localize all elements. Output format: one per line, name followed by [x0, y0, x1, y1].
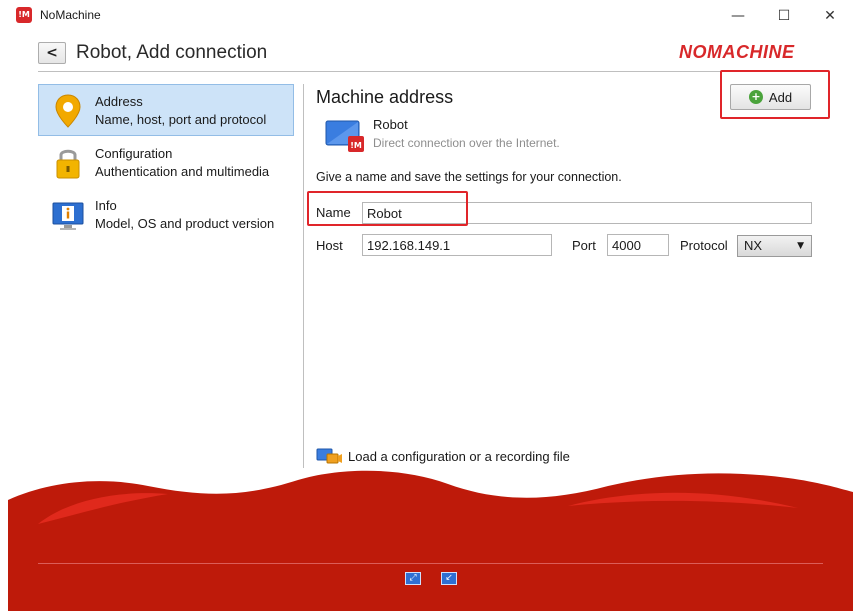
host-label: Host — [316, 238, 343, 253]
close-button[interactable]: ✕ — [807, 0, 853, 31]
connection-name: Robot — [373, 117, 408, 132]
lock-icon — [56, 149, 80, 179]
back-button[interactable]: < — [38, 42, 66, 64]
sidebar-item-info[interactable]: Info Model, OS and product version — [38, 188, 294, 240]
info-monitor-icon — [52, 202, 84, 230]
location-pin-icon — [55, 94, 81, 128]
section-title: Machine address — [316, 87, 454, 107]
footer-divider — [38, 563, 823, 564]
protocol-label: Protocol — [680, 238, 728, 253]
sidebar-item-subtitle: Name, host, port and protocol — [95, 112, 267, 127]
window-titlebar: !M NoMachine — ☐ ✕ — [0, 0, 861, 31]
protocol-select[interactable]: NX ▼ — [737, 235, 812, 257]
instructions-text: Give a name and save the settings for yo… — [316, 170, 622, 184]
minimize-button[interactable]: — — [715, 0, 761, 31]
resize-window-icon[interactable]: ↙ — [441, 572, 457, 585]
sidebar-item-title: Info — [95, 198, 117, 213]
port-label: Port — [572, 238, 596, 253]
chevron-down-icon: ▼ — [797, 241, 804, 251]
annotation-highlight-add — [720, 70, 830, 119]
sidebar-item-configuration[interactable]: Configuration Authentication and multime… — [38, 136, 294, 188]
sidebar-item-subtitle: Authentication and multimedia — [95, 164, 270, 179]
header-divider — [38, 71, 823, 72]
fullscreen-icon[interactable]: ⤢ — [405, 572, 421, 585]
svg-text:!M: !M — [350, 141, 362, 150]
annotation-highlight-name — [307, 191, 468, 226]
sidebar-item-title: Address — [95, 94, 143, 109]
host-field[interactable] — [362, 234, 552, 256]
nomachine-logo: NOMACHINE — [679, 42, 795, 62]
sidebar-item-title: Configuration — [95, 146, 173, 161]
protocol-selected-value: NX — [744, 238, 763, 253]
footer-wave-decoration — [8, 470, 853, 611]
page-title: Robot, Add connection — [76, 42, 268, 63]
maximize-button[interactable]: ☐ — [761, 0, 807, 31]
sidebar-item-subtitle: Model, OS and product version — [95, 216, 275, 231]
sidebar-item-address[interactable]: Address Name, host, port and protocol — [38, 84, 294, 136]
connection-description: Direct connection over the Internet. — [373, 136, 560, 150]
nomachine-app-icon: !M — [16, 7, 32, 23]
window-title: NoMachine — [40, 8, 101, 22]
connection-monitor-icon: !M — [325, 120, 364, 152]
panel-divider — [303, 84, 304, 468]
port-field[interactable] — [607, 234, 669, 256]
